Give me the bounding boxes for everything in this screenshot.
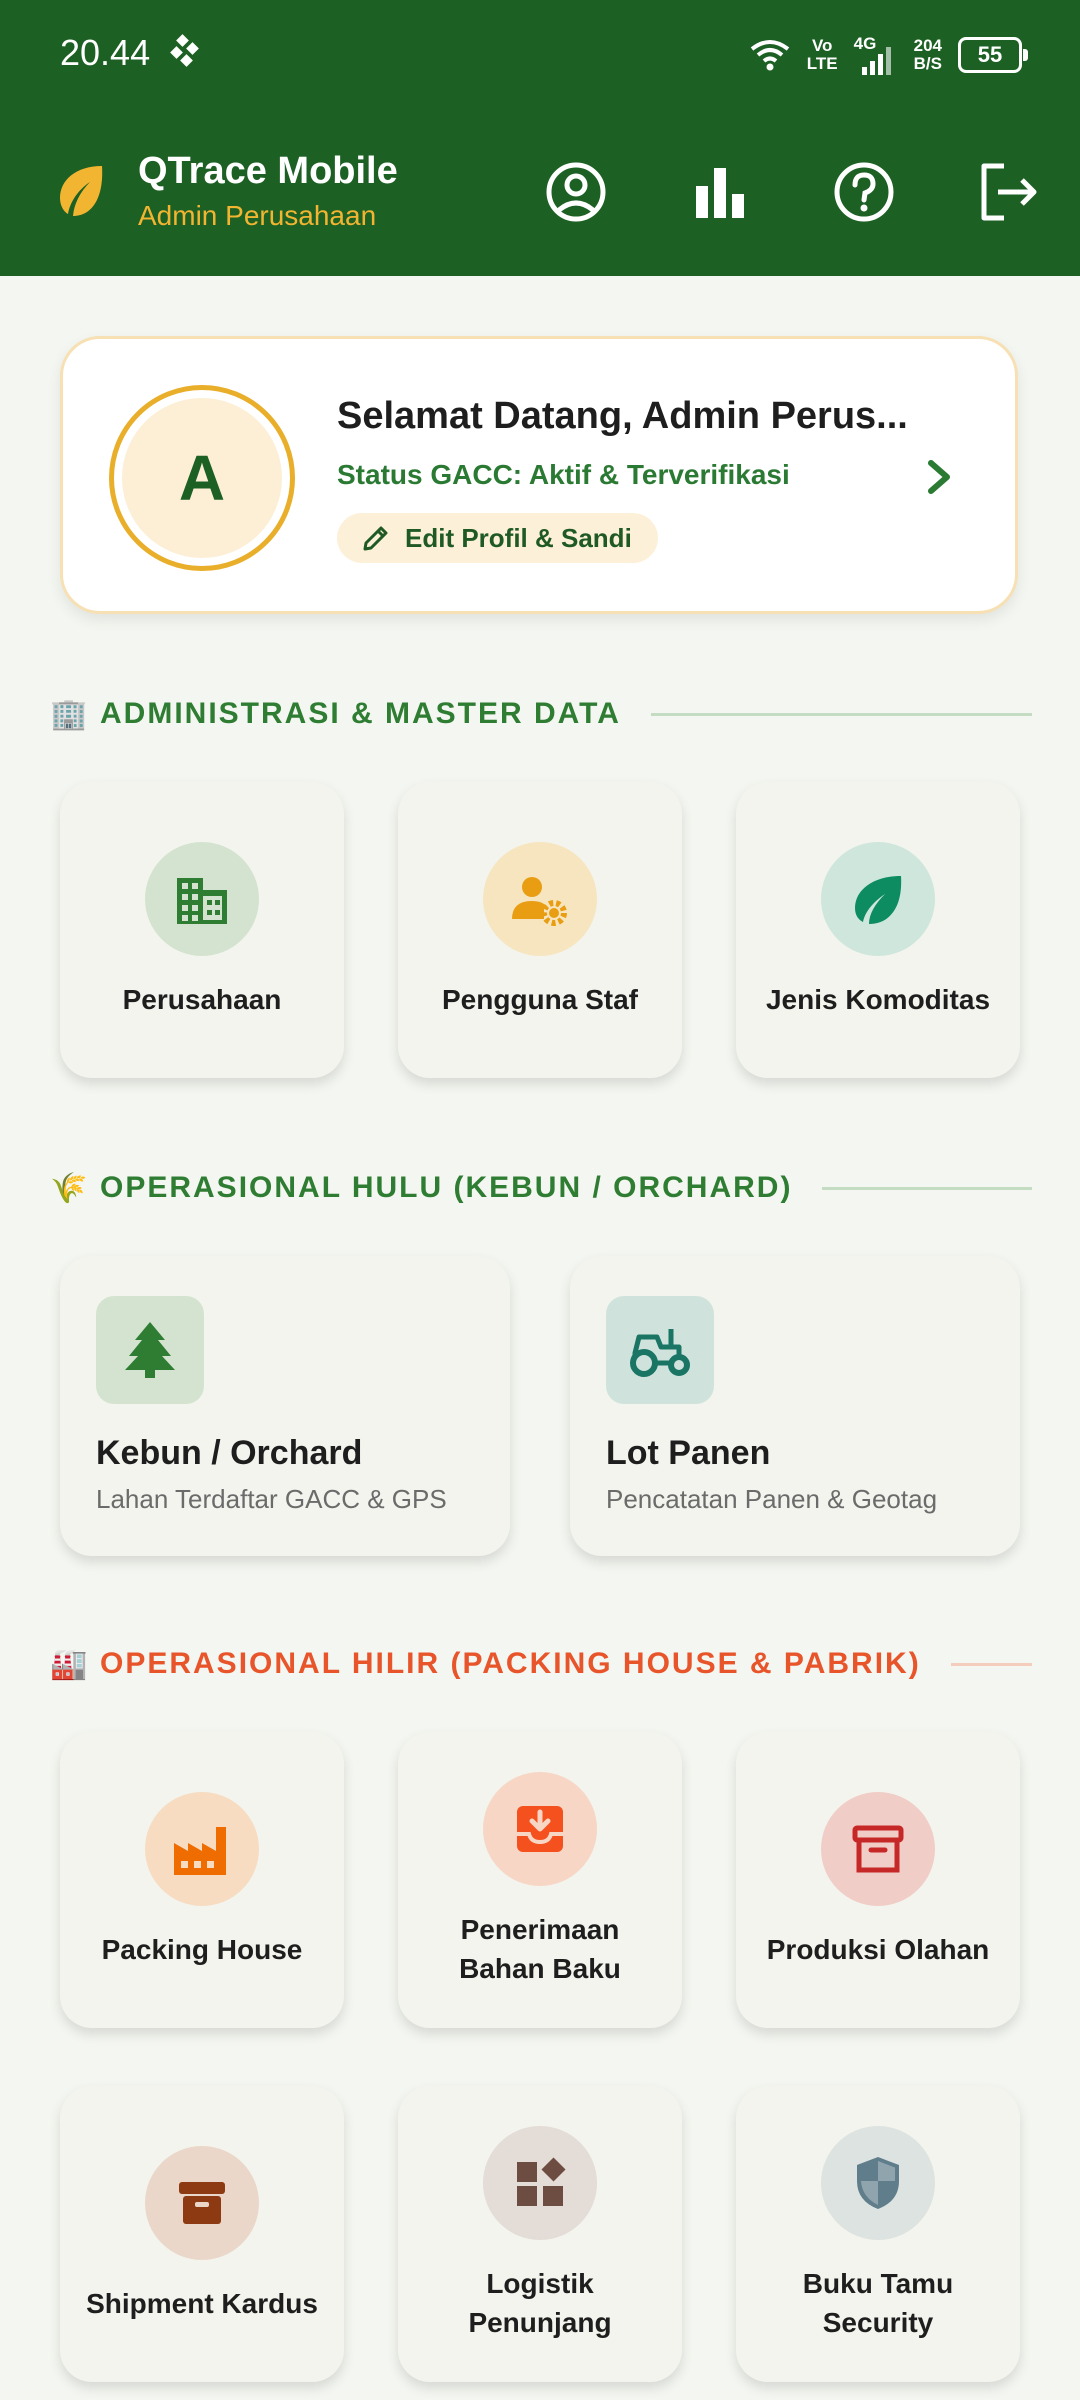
tile-label: Shipment Kardus [86, 2288, 318, 2319]
menu-lot-panen[interactable]: Lot Panen Pencatatan Panen & Geotag [570, 1256, 1020, 1556]
menu-penerimaan-bahan-baku[interactable]: Penerimaan Bahan Baku [398, 1732, 682, 2028]
section-header-admin: 🏢 ADMINISTRASI & MASTER DATA [50, 694, 1032, 734]
factory-emoji-icon: 🏭 [50, 1647, 88, 1681]
menu-shipment-kardus[interactable]: Shipment Kardus [60, 2086, 344, 2382]
menu-jenis-komoditas[interactable]: Jenis Komoditas [736, 782, 1020, 1078]
statistics-button[interactable] [684, 156, 756, 228]
menu-perusahaan[interactable]: Perusahaan [60, 782, 344, 1078]
app-bar: QTrace Mobile Admin Perusahaan [0, 110, 1080, 276]
tile-label: Produksi Olahan [766, 1934, 990, 1965]
help-icon [834, 162, 894, 222]
menu-logistik-penunjang[interactable]: Logistik Penunjang [398, 2086, 682, 2382]
battery-indicator: 55 [958, 37, 1028, 73]
welcome-card[interactable]: A Selamat Datang, Admin Perus... Status … [60, 336, 1018, 614]
menu-kebun-orchard[interactable]: Kebun / Orchard Lahan Terdaftar GACC & G… [60, 1256, 510, 1556]
pencil-icon [363, 526, 388, 551]
rice-emoji-icon: 🌾 [50, 1171, 88, 1205]
tile-label-line2: Bahan Baku [459, 1953, 621, 1984]
tile-label: Perusahaan [122, 984, 282, 1015]
section-divider [822, 1186, 1032, 1190]
factory-icon [145, 1792, 259, 1906]
tile-label-line1: Penerimaan [460, 1914, 620, 1945]
chevron-right-icon[interactable] [921, 457, 957, 497]
logout-button[interactable] [972, 156, 1044, 228]
app-title: QTrace Mobile [138, 150, 398, 192]
section-header-hulu: 🌾 OPERASIONAL HULU (KEBUN / ORCHARD) [50, 1168, 1032, 1208]
cell-signal: 4G [854, 35, 898, 75]
archive-icon [821, 1792, 935, 1906]
tile-label-line1: Buku Tamu [802, 2268, 954, 2299]
status-bar: 20.44 Vo LTE 4G 204 B/S 55 [0, 0, 1080, 110]
leaf-icon [821, 842, 935, 956]
edit-profile-button[interactable]: Edit Profil & Sandi [337, 513, 658, 563]
logout-icon [981, 163, 1037, 221]
user-gear-icon [483, 842, 597, 956]
signal-bars-icon [861, 47, 891, 75]
profile-icon [546, 162, 606, 222]
tile-title: Kebun / Orchard [96, 1434, 363, 1472]
wifi-icon [750, 40, 789, 71]
network-speed: 204 B/S [913, 36, 942, 73]
section-divider [650, 712, 1032, 716]
building-emoji-icon: 🏢 [50, 697, 88, 731]
status-time: 20.44 [60, 32, 151, 73]
tile-label: Packing House [101, 1934, 303, 1965]
app-notification-icon [170, 34, 199, 67]
tractor-icon [606, 1296, 714, 1404]
building-icon [145, 842, 259, 956]
tile-label-line2: Security [822, 2307, 934, 2338]
inbox-download-icon [483, 1772, 597, 1886]
menu-produksi-olahan[interactable]: Produksi Olahan [736, 1732, 1020, 2028]
volte-indicator: Vo LTE [806, 36, 838, 73]
shield-icon [821, 2126, 935, 2240]
welcome-title: Selamat Datang, Admin Perus... [337, 395, 908, 437]
tile-label-line2: Penunjang [468, 2307, 612, 2338]
menu-packing-house[interactable]: Packing House [60, 1732, 344, 2028]
app-subtitle: Admin Perusahaan [138, 200, 377, 231]
tile-subtitle: Lahan Terdaftar GACC & GPS [96, 1484, 447, 1514]
tile-label: Pengguna Staf [441, 984, 638, 1015]
tile-subtitle: Pencatatan Panen & Geotag [606, 1484, 938, 1514]
section-divider [950, 1662, 1032, 1666]
tree-icon [96, 1296, 204, 1404]
tile-label-line1: Logistik [486, 2268, 594, 2299]
box-icon [145, 2146, 259, 2260]
help-button[interactable] [828, 156, 900, 228]
gacc-status: Status GACC: Aktif & Terverifikasi [337, 459, 790, 490]
widgets-icon [483, 2126, 597, 2240]
avatar-ring: A [109, 385, 295, 571]
section-title-hilir: OPERASIONAL HILIR (PACKING HOUSE & PABRI… [100, 1647, 921, 1680]
edit-profile-label: Edit Profil & Sandi [405, 522, 632, 553]
menu-pengguna-staf[interactable]: Pengguna Staf [398, 782, 682, 1078]
profile-button[interactable] [540, 156, 612, 228]
section-header-hilir: 🏭 OPERASIONAL HILIR (PACKING HOUSE & PAB… [50, 1644, 1032, 1684]
bar-chart-icon [696, 168, 744, 218]
tile-label: Jenis Komoditas [765, 984, 991, 1015]
leaf-logo-icon [60, 166, 103, 216]
menu-buku-tamu-security[interactable]: Buku Tamu Security [736, 2086, 1020, 2382]
tile-title: Lot Panen [606, 1434, 771, 1472]
section-title-admin: ADMINISTRASI & MASTER DATA [100, 697, 621, 730]
avatar: A [122, 398, 282, 558]
section-title-hulu: OPERASIONAL HULU (KEBUN / ORCHARD) [100, 1171, 793, 1204]
